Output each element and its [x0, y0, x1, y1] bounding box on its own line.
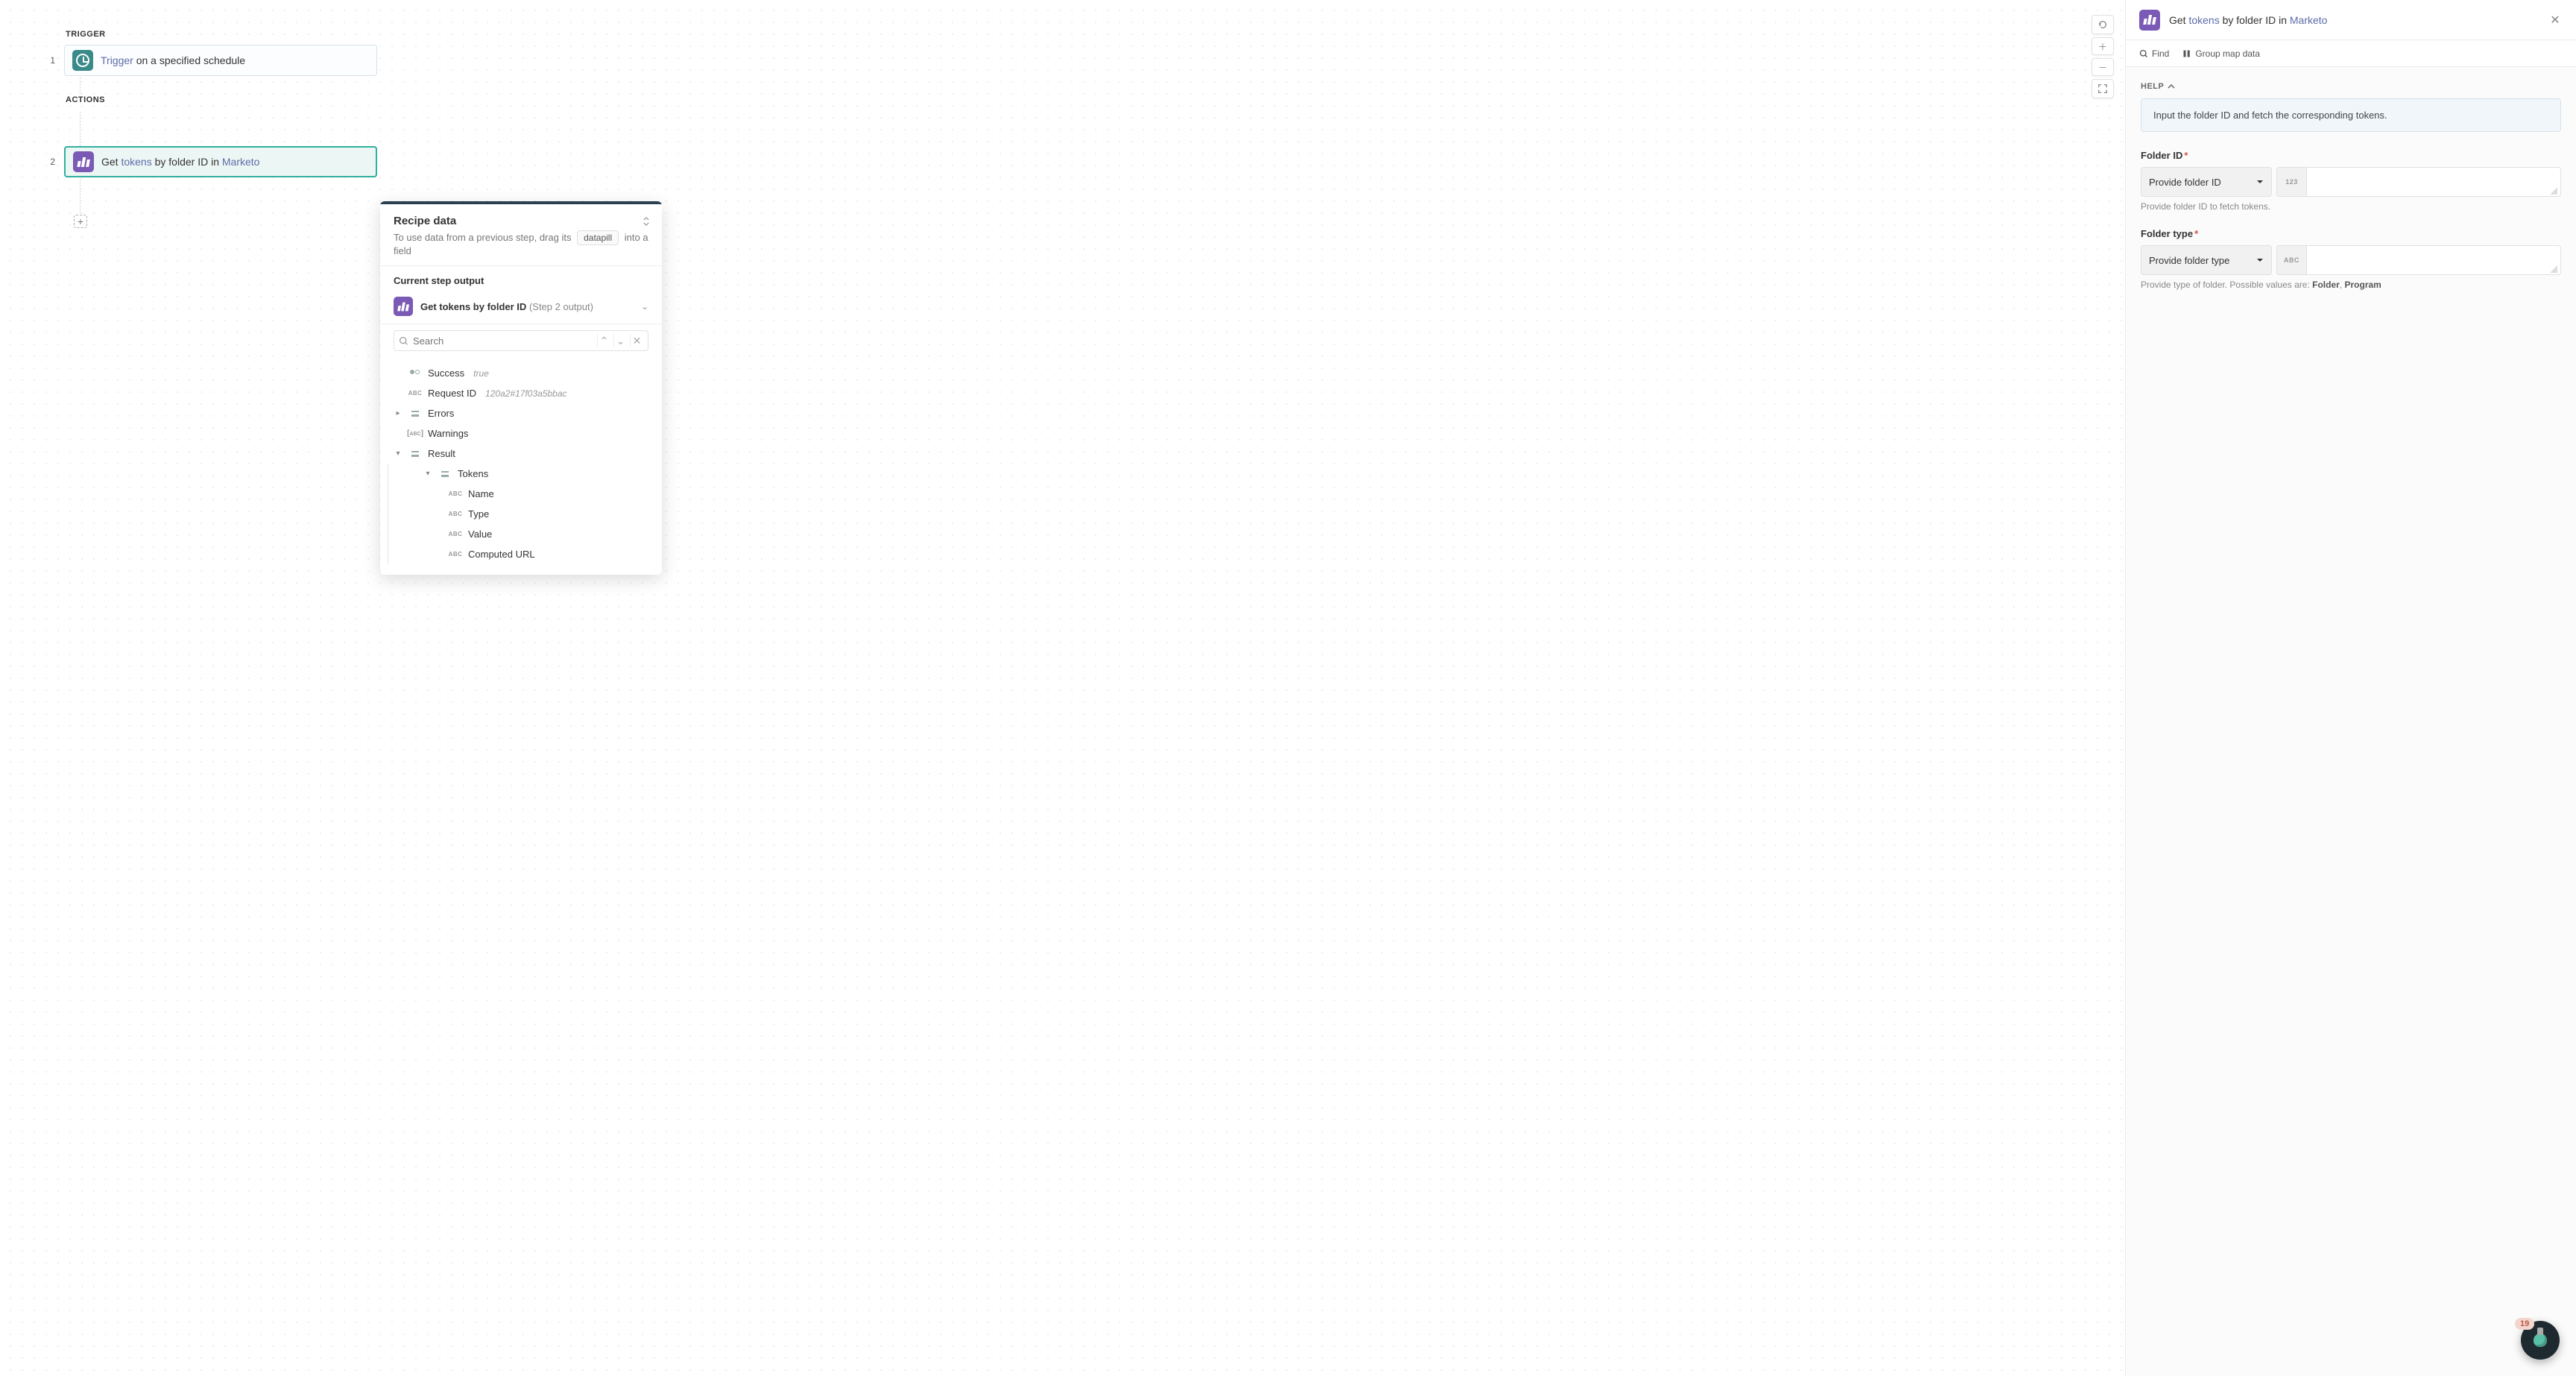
config-toolbar: Find Group map data	[2126, 40, 2576, 67]
text-icon: ABC	[449, 531, 462, 537]
text-icon: ABC	[449, 551, 462, 558]
help-float-button[interactable]: 19	[2521, 1321, 2560, 1360]
tree-item-value[interactable]: ABC Value	[394, 524, 654, 544]
columns-icon	[2182, 49, 2191, 58]
search-clear-button[interactable]: ✕	[630, 334, 643, 347]
text-type-icon: ABC	[2277, 246, 2307, 274]
marketo-icon	[394, 297, 413, 316]
tree-item-type[interactable]: ABC Type	[394, 504, 654, 524]
folder-type-input[interactable]	[2307, 246, 2560, 274]
tree-item-success[interactable]: Success true	[394, 363, 654, 383]
text-icon: ABC	[449, 490, 462, 497]
config-title: Get tokens by folder ID in Marketo	[2169, 14, 2539, 26]
tree-item-result[interactable]: ▾ Result	[394, 444, 654, 464]
tree-item-request-id[interactable]: ABC Request ID 120a2#17f03a5bbac	[394, 383, 654, 403]
caret-down-icon	[2256, 180, 2264, 184]
folder-type-label: Folder type*	[2141, 228, 2561, 239]
chevron-down-icon: ⌄	[641, 301, 648, 312]
boolean-icon	[408, 370, 422, 377]
close-button[interactable]: ✕	[2548, 13, 2563, 28]
output-step-meta: (Step 2 output)	[529, 301, 593, 312]
folder-id-select[interactable]: Provide folder ID	[2141, 167, 2272, 197]
chevron-up-icon	[2168, 84, 2175, 89]
folder-type-select[interactable]: Provide folder type	[2141, 245, 2272, 275]
search-icon	[2139, 49, 2148, 58]
group-map-button[interactable]: Group map data	[2182, 48, 2260, 59]
tree-item-errors[interactable]: ▸ Errors	[394, 403, 654, 423]
current-output-label: Current step output	[394, 275, 648, 286]
lightbulb-icon	[2534, 1334, 2547, 1347]
step-2-number: 2	[45, 157, 55, 167]
trigger-step-label: Trigger on a specified schedule	[101, 54, 245, 66]
output-step-toggle[interactable]: Get tokens by folder ID (Step 2 output) …	[394, 294, 648, 319]
search-container: ⌃ ⌄ ✕	[394, 330, 648, 351]
folder-id-group: Folder ID* Provide folder ID 123 Provide…	[2141, 150, 2561, 212]
fit-screen-button[interactable]	[2092, 79, 2114, 98]
marketo-icon	[2139, 10, 2160, 31]
config-panel: Get tokens by folder ID in Marketo ✕ Fin…	[2125, 0, 2576, 1376]
trigger-section-label: TRIGGER	[66, 30, 377, 39]
list-icon	[408, 451, 422, 457]
folder-type-helper: Provide type of folder. Possible values …	[2141, 280, 2561, 290]
find-button[interactable]: Find	[2139, 48, 2169, 59]
canvas[interactable]: ＋ － TRIGGER 1 Trigger on a specified sch…	[0, 0, 2125, 1376]
folder-id-label: Folder ID*	[2141, 150, 2561, 161]
actions-section-label: ACTIONS	[66, 95, 377, 104]
help-box: Input the folder ID and fetch the corres…	[2141, 98, 2561, 132]
recipe-data-panel: Recipe data To use data from a previous …	[380, 201, 662, 575]
marketo-icon	[73, 151, 94, 172]
trigger-step-card[interactable]: Trigger on a specified schedule	[64, 45, 377, 76]
folder-id-input[interactable]	[2307, 168, 2560, 196]
folder-type-group: Folder type* Provide folder type ABC Pro…	[2141, 228, 2561, 290]
tree-item-warnings[interactable]: [ABC] Warnings	[394, 423, 654, 444]
zoom-out-button[interactable]: －	[2092, 58, 2114, 76]
help-toggle[interactable]: HELP	[2141, 82, 2561, 91]
config-body: HELP Input the folder ID and fetch the c…	[2126, 67, 2576, 1376]
caret-down-icon	[2256, 258, 2264, 262]
search-prev-button[interactable]: ⌃	[597, 334, 610, 347]
search-input[interactable]	[413, 335, 593, 347]
list-icon	[438, 471, 452, 477]
tree-item-tokens[interactable]: ▾ Tokens	[394, 464, 654, 484]
undo-button[interactable]	[2092, 15, 2114, 34]
recipe-header: Recipe data To use data from a previous …	[380, 204, 662, 266]
step-1-number: 1	[45, 55, 55, 66]
folder-type-input-container: ABC	[2276, 245, 2561, 275]
canvas-toolbar: ＋ －	[2092, 15, 2114, 98]
array-text-icon: [ABC]	[408, 429, 422, 438]
config-header: Get tokens by folder ID in Marketo ✕	[2126, 0, 2576, 40]
add-step-button[interactable]: +	[74, 215, 87, 228]
text-icon: ABC	[408, 390, 422, 397]
resize-handle[interactable]	[640, 215, 653, 228]
action-step-label: Get tokens by folder ID in Marketo	[101, 156, 259, 168]
action-step-card[interactable]: Get tokens by folder ID in Marketo	[64, 146, 377, 177]
text-icon: ABC	[449, 511, 462, 517]
output-tree: Success true ABC Request ID 120a2#17f03a…	[380, 359, 662, 575]
datapill-tag: datapill	[577, 230, 619, 245]
recipe-title: Recipe data	[394, 215, 648, 227]
folder-id-input-container: 123	[2276, 167, 2561, 197]
schedule-icon	[72, 50, 93, 71]
search-icon	[399, 336, 408, 346]
output-step-name: Get tokens by folder ID	[420, 301, 526, 312]
workflow-steps: TRIGGER 1 Trigger on a specified schedul…	[45, 30, 377, 228]
notification-badge: 19	[2515, 1318, 2534, 1330]
folder-id-helper: Provide folder ID to fetch tokens.	[2141, 201, 2561, 212]
number-type-icon: 123	[2277, 168, 2307, 196]
search-next-button[interactable]: ⌄	[613, 334, 627, 347]
list-icon	[408, 411, 422, 417]
tree-item-computed-url[interactable]: ABC Computed URL	[394, 544, 654, 564]
recipe-subtitle: To use data from a previous step, drag i…	[394, 230, 648, 256]
tree-item-name[interactable]: ABC Name	[394, 484, 654, 504]
zoom-in-button[interactable]: ＋	[2092, 37, 2114, 55]
